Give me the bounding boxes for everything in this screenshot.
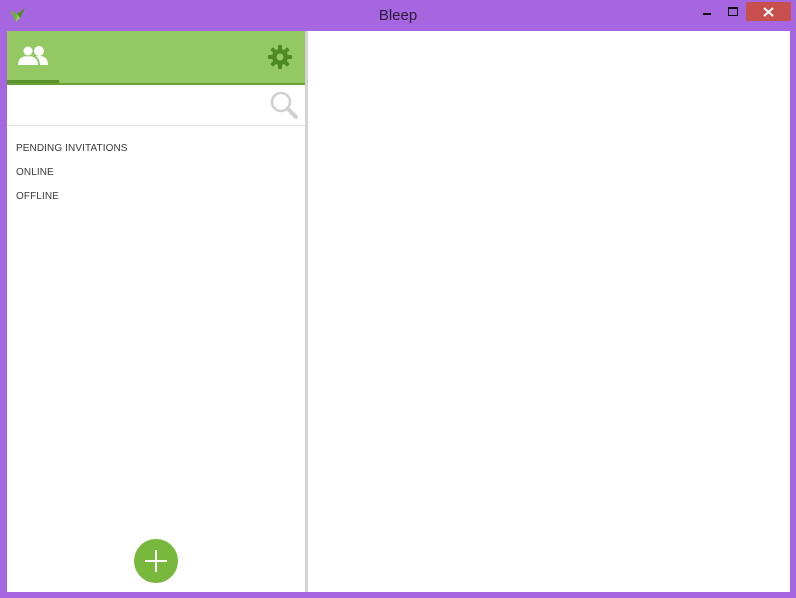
group-online[interactable]: ONLINE [7,161,305,185]
minimize-button[interactable] [696,2,718,21]
group-pending-invitations[interactable]: PENDING INVITATIONS [7,137,305,161]
close-icon [763,7,774,17]
search-bar [7,85,305,126]
sidebar: PENDING INVITATIONS ONLINE OFFLINE [7,31,305,592]
window-title: Bleep [378,7,418,24]
settings-button[interactable] [267,44,293,70]
conversation-pane [308,31,790,592]
search-icon[interactable] [269,90,299,120]
group-offline[interactable]: OFFLINE [7,185,305,209]
sidebar-header [7,31,305,85]
close-button[interactable] [746,2,791,21]
contacts-icon [18,45,48,65]
add-contact-button[interactable] [134,539,178,583]
gear-icon [268,45,292,69]
contact-group-list: PENDING INVITATIONS ONLINE OFFLINE [7,137,305,209]
maximize-button[interactable] [722,2,744,21]
search-input[interactable] [11,91,265,121]
title-bar: Bleep [0,0,796,31]
tab-contacts[interactable] [7,31,59,83]
